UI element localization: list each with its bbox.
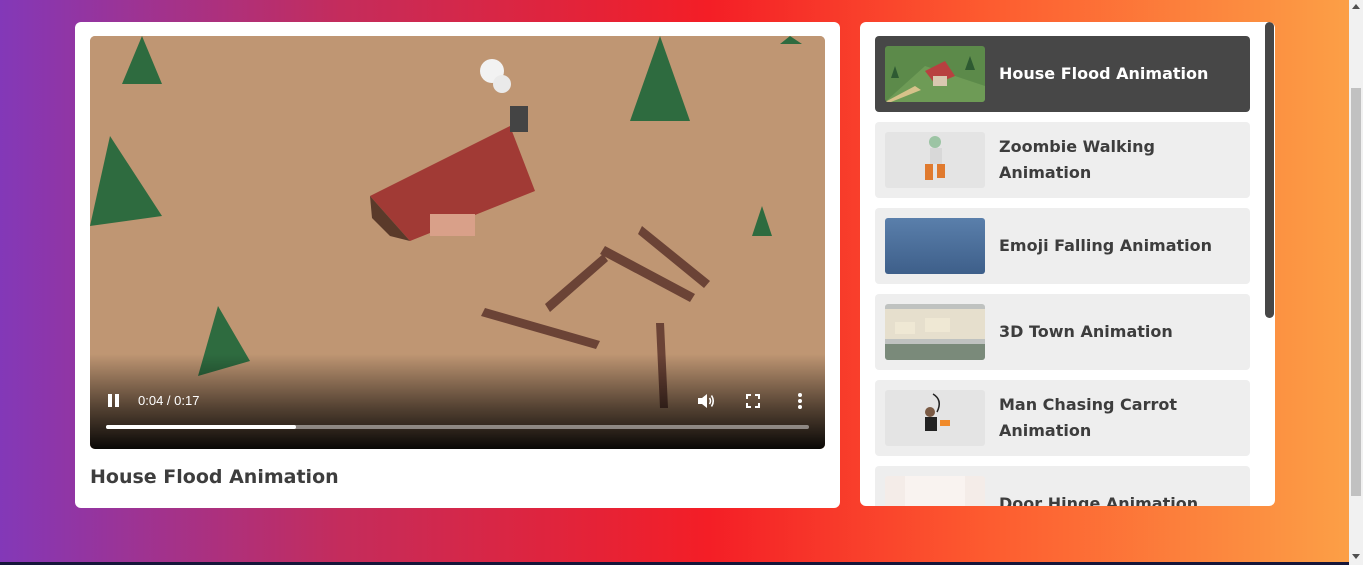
playlist-item-label: Emoji Falling Animation (999, 236, 1213, 255)
video-player[interactable]: 0:04 / 0:17 (90, 36, 825, 449)
playlist-panel: House Flood Animation Zoombie Walking An… (860, 22, 1275, 506)
thumbnail (885, 46, 985, 102)
playlist-item-label: Man Chasing Carrot Animation (999, 395, 1177, 440)
volume-icon[interactable] (696, 391, 716, 411)
playlist-item-label: Zoombie Walking Animation (999, 137, 1155, 182)
playlist-item-label: 3D Town Animation (999, 322, 1173, 341)
fullscreen-icon[interactable] (744, 392, 762, 410)
video-card: 0:04 / 0:17 House Flood Animation (75, 22, 840, 508)
playlist-item[interactable]: Zoombie Walking Animation (875, 122, 1250, 198)
progress-bar[interactable] (106, 425, 809, 429)
pause-icon[interactable] (108, 394, 120, 408)
thumbnail (885, 132, 985, 188)
progress-fill (106, 425, 296, 429)
playlist-item[interactable]: House Flood Animation (875, 36, 1250, 112)
thumbnail (885, 390, 985, 446)
playlist-item[interactable]: Man Chasing Carrot Animation (875, 380, 1250, 456)
playlist: House Flood Animation Zoombie Walking An… (875, 36, 1250, 506)
scroll-up-icon[interactable] (1352, 4, 1360, 9)
playlist-item[interactable]: 3D Town Animation (875, 294, 1250, 370)
scroll-down-icon[interactable] (1352, 554, 1360, 559)
playlist-item-label: Door Hinge Animation (999, 494, 1199, 506)
time-display: 0:04 / 0:17 (138, 393, 200, 408)
thumbnail (885, 476, 985, 506)
thumbnail (885, 218, 985, 274)
scrollbar-thumb[interactable] (1351, 88, 1361, 496)
playlist-scrollbar[interactable] (1265, 22, 1274, 318)
thumbnail (885, 304, 985, 360)
more-vertical-icon[interactable] (795, 391, 805, 411)
playlist-item-label: House Flood Animation (999, 64, 1209, 83)
playlist-item[interactable]: Door Hinge Animation (875, 466, 1250, 506)
playlist-item[interactable]: Emoji Falling Animation (875, 208, 1250, 284)
video-title: House Flood Animation (90, 466, 339, 488)
page-scrollbar[interactable] (1349, 0, 1363, 565)
